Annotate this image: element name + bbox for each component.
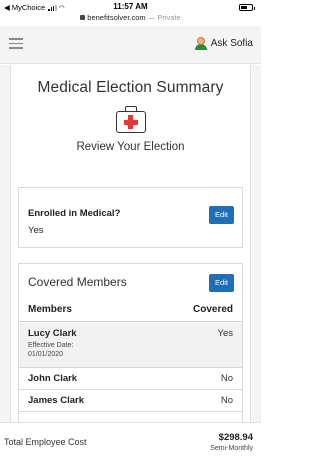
- total-cost-amount: $298.94: [218, 432, 253, 443]
- sofia-avatar-icon: [194, 37, 207, 50]
- member-name: James Clark: [28, 395, 84, 406]
- total-cost-label: Total Employee Cost: [4, 437, 87, 447]
- status-bar: ◀ MyChoice ◠ 11:57 AM benefitsolver.com …: [0, 0, 261, 26]
- battery-icon: [239, 4, 255, 11]
- member-name: Lucy Clark: [28, 328, 77, 339]
- page-title: Medical Election Summary: [37, 79, 224, 96]
- member-covered-status: No: [220, 395, 233, 406]
- member-row: John Clark No: [19, 368, 242, 390]
- effective-date-value: 01/01/2020: [28, 351, 64, 358]
- member-row: James Clark No: [19, 390, 242, 412]
- election-summary-card: Medical Election Summary Review Your Ele…: [10, 65, 251, 422]
- main-content[interactable]: Medical Election Summary Review Your Ele…: [0, 65, 261, 422]
- address-bar[interactable]: benefitsolver.com — Private: [0, 13, 261, 22]
- app-header: Ask Sofia: [0, 26, 261, 64]
- edit-enrollment-button[interactable]: Edit: [209, 206, 234, 224]
- lock-icon: [80, 14, 86, 20]
- review-heading: Review Your Election: [76, 141, 185, 153]
- medical-kit-icon: [115, 106, 146, 134]
- enrolled-question: Enrolled in Medical?: [28, 208, 121, 219]
- ask-sofia-button[interactable]: Ask Sofia: [194, 37, 253, 50]
- effective-date-label: Effective Date:: [28, 342, 74, 349]
- covered-column-header: Covered: [192, 304, 233, 315]
- members-table-header: Members Covered: [19, 300, 242, 322]
- status-time: 11:57 AM: [113, 2, 148, 11]
- url-text: benefitsolver.com: [87, 13, 146, 22]
- hamburger-icon[interactable]: [9, 38, 23, 49]
- cost-footer: Total Employee Cost $298.94 Semi-Monthly: [0, 422, 261, 465]
- private-label: — Private: [147, 13, 181, 22]
- member-covered-status: Yes: [217, 328, 234, 339]
- enrolled-answer: Yes: [28, 225, 44, 236]
- edit-members-button[interactable]: Edit: [209, 274, 234, 292]
- covered-members-section: Covered Members Edit Members Covered Luc…: [18, 263, 243, 422]
- covered-members-title: Covered Members: [28, 275, 127, 289]
- ask-sofia-label: Ask Sofia: [210, 38, 253, 49]
- members-column-header: Members: [28, 304, 72, 315]
- member-name: John Clark: [28, 373, 78, 384]
- effective-date: Effective Date: 01/01/2020: [28, 341, 73, 359]
- pay-frequency: Semi-Monthly: [210, 445, 253, 452]
- member-row: Lucy Clark Yes Effective Date: 01/01/202…: [19, 323, 242, 368]
- enrolled-section: Enrolled in Medical? Yes Edit: [18, 187, 243, 248]
- member-covered-status: No: [220, 373, 233, 384]
- battery-status: [239, 4, 255, 11]
